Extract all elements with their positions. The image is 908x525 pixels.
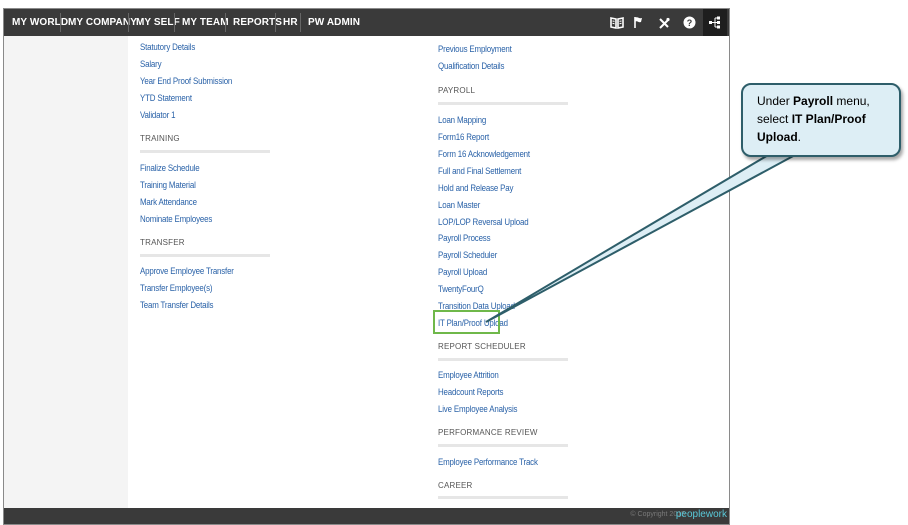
callout-pointer	[485, 147, 809, 323]
callout-bold-payroll: Payroll	[793, 94, 834, 108]
instruction-callout: Under Payroll menu, select IT Plan/Proof…	[741, 83, 901, 157]
callout-text: .	[797, 130, 802, 144]
callout-text: Under	[757, 94, 794, 108]
